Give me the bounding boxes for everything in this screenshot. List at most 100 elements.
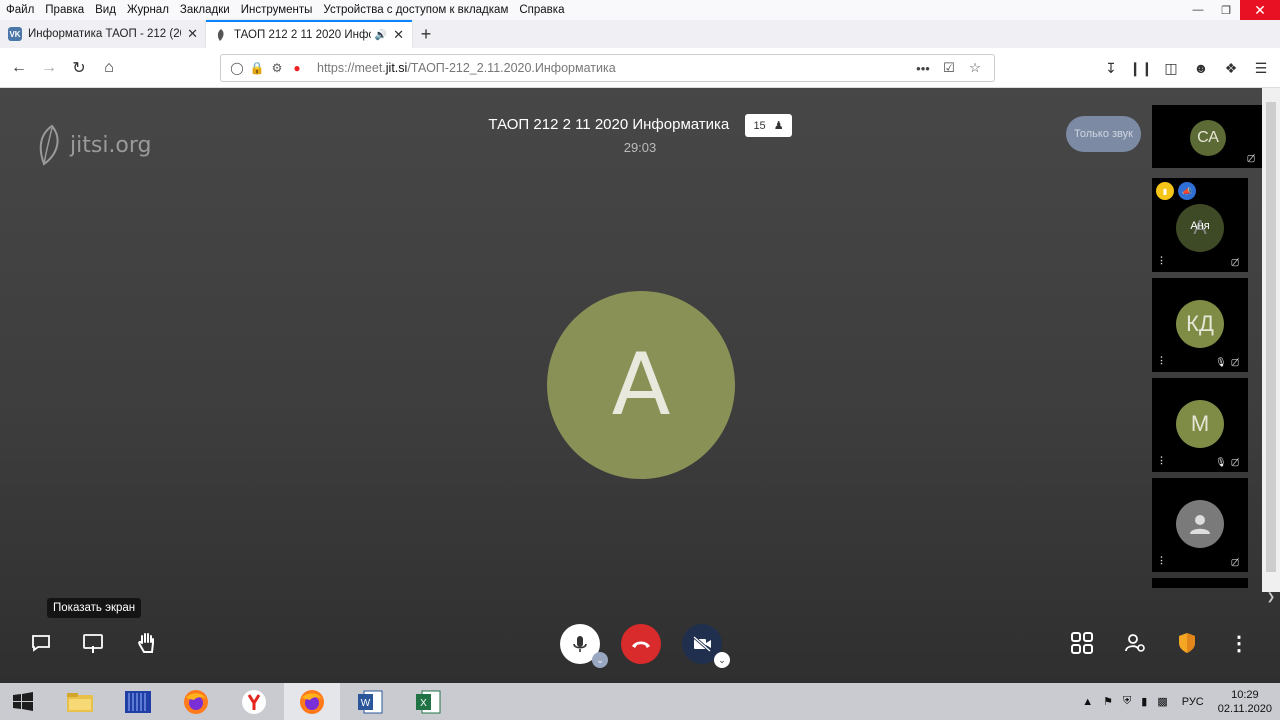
battery-icon[interactable]: ▮ xyxy=(1141,695,1147,708)
raise-hand-button[interactable] xyxy=(130,626,164,660)
menu-view[interactable]: Вид xyxy=(95,4,116,16)
participant-count: 15 xyxy=(753,119,766,132)
chat-icon xyxy=(32,635,50,652)
back-icon[interactable]: ← xyxy=(4,53,34,83)
permissions-icon[interactable]: ⚙ xyxy=(267,61,287,75)
clock[interactable]: 10:29 02.11.2020 xyxy=(1218,688,1272,716)
menu-synced-tabs[interactable]: Устройства с доступом к вкладкам xyxy=(323,4,508,16)
url-text[interactable]: https://meet.jit.si/ТАОП-212_2.11.2020.И… xyxy=(317,61,616,75)
filmstrip-tile[interactable]: ⋮ ▢̸ xyxy=(1152,478,1248,572)
more-options-icon[interactable]: ⋮ xyxy=(1157,555,1166,566)
menu-file[interactable]: Файл xyxy=(6,4,34,16)
security-options-button[interactable] xyxy=(1170,626,1204,660)
minimize-icon[interactable]: — xyxy=(1184,0,1212,20)
taskbar-firefox-2[interactable] xyxy=(284,683,340,720)
invite-button[interactable] xyxy=(1118,626,1152,660)
taskbar-explorer[interactable] xyxy=(52,683,108,720)
hangup-button[interactable] xyxy=(621,624,661,664)
new-tab-button[interactable]: + xyxy=(412,20,440,48)
lock-icon[interactable]: 🔒 xyxy=(247,61,267,75)
close-tab-icon[interactable]: ✕ xyxy=(187,26,198,42)
clock-date: 02.11.2020 xyxy=(1217,702,1272,715)
tab-bar: VK Информатика ТАОП - 212 (20 ✕ ТАОП 212… xyxy=(0,20,1280,48)
menu-help[interactable]: Справка xyxy=(519,4,564,16)
url-bar[interactable]: ◯ 🔒 ⚙ ● https://meet.jit.si/ТАОП-212_2.1… xyxy=(220,54,995,82)
close-tab-icon[interactable]: ✕ xyxy=(393,27,404,43)
download-icon[interactable]: ↧ xyxy=(1096,53,1126,83)
camera-off-icon: ▢̸ xyxy=(1230,556,1240,567)
filmstrip-tile[interactable] xyxy=(1152,578,1248,588)
more-options-icon[interactable]: ⋮ xyxy=(1157,255,1166,266)
scroll-right-icon[interactable]: ❯ xyxy=(1262,592,1280,606)
chevron-down-icon[interactable]: ⌄ xyxy=(714,652,730,668)
filmstrip-tile[interactable]: ▮ 📣 А Аня ⋮ ▢̸ xyxy=(1152,178,1248,272)
speaker-icon[interactable]: 🔊 xyxy=(375,30,387,41)
filmstrip-tile[interactable]: КД ⋮ 🎙 ▢̸ xyxy=(1152,278,1248,372)
more-actions-button[interactable]: ⋮ xyxy=(1222,626,1256,660)
audio-only-label: Только звук xyxy=(1066,116,1141,152)
menu-hamburger-icon[interactable]: ☰ xyxy=(1246,53,1276,83)
url-path: /ТАОП-212_2.11.2020.Информатика xyxy=(407,61,616,75)
system-tray: ▲ ⚑ ⛨ ▮ ▩ РУС 10:29 02.11.2020 xyxy=(1072,683,1272,720)
show-hidden-icons[interactable]: ▲ xyxy=(1082,696,1093,708)
tile-view-button[interactable] xyxy=(1065,626,1099,660)
menu-edit[interactable]: Правка xyxy=(45,4,84,16)
page-actions-icon[interactable]: ••• xyxy=(910,61,936,76)
taskbar-word[interactable]: W xyxy=(342,683,398,720)
start-button[interactable] xyxy=(0,683,46,720)
shield-tracking-icon[interactable]: ◯ xyxy=(227,61,247,75)
yandex-browser-icon xyxy=(242,689,266,714)
account-icon[interactable]: ☻ xyxy=(1186,53,1216,83)
camera-off-icon: ▢̸ xyxy=(1230,456,1240,467)
network-icon[interactable]: ▩ xyxy=(1157,695,1167,708)
microphone-icon xyxy=(573,636,587,652)
filmstrip-tile[interactable]: СА ▢̸ xyxy=(1152,105,1264,168)
home-icon[interactable]: ⌂ xyxy=(94,53,124,83)
more-options-icon[interactable]: ⋮ xyxy=(1157,455,1166,466)
sidebar-icon[interactable]: ◫ xyxy=(1156,53,1186,83)
bookmark-star-icon[interactable]: ☆ xyxy=(962,60,988,76)
avatar: КД xyxy=(1176,300,1224,348)
excel-icon: X xyxy=(416,690,441,713)
chat-button[interactable] xyxy=(24,626,58,660)
vk-icon: VK xyxy=(8,27,22,41)
action-center-flag-icon[interactable]: ⚑ xyxy=(1103,695,1113,708)
mic-off-icon: 🎙 xyxy=(1215,356,1227,367)
folder-icon xyxy=(67,692,93,712)
share-screen-button[interactable] xyxy=(76,626,110,660)
tab-vk[interactable]: VK Информатика ТАОП - 212 (20 ✕ xyxy=(0,20,206,48)
menu-history[interactable]: Журнал xyxy=(127,4,169,16)
pocket-icon[interactable]: ☑ xyxy=(936,60,962,76)
close-window-icon[interactable]: ✕ xyxy=(1240,0,1280,20)
tab-jitsi[interactable]: ТАОП 212 2 11 2020 Инфор 🔊 ✕ xyxy=(206,20,412,48)
language-indicator[interactable]: РУС xyxy=(1182,696,1204,708)
security-tray-icon[interactable]: ⛨ xyxy=(1123,695,1131,708)
library-icon[interactable]: ❙❙ xyxy=(1126,53,1156,83)
camera-button[interactable]: ⌄ xyxy=(682,624,730,668)
scrollbar-thumb[interactable] xyxy=(1266,102,1276,572)
hangup-icon xyxy=(632,641,650,648)
svg-text:X: X xyxy=(420,698,427,709)
taskbar-firefox-1[interactable] xyxy=(168,683,224,720)
avatar: СА xyxy=(1190,120,1226,156)
page-scrollbar[interactable] xyxy=(1262,88,1280,592)
filmstrip-tile[interactable]: М ⋮ 🎙 ▢̸ xyxy=(1152,378,1248,472)
microphone-button[interactable]: ⌄ xyxy=(560,624,608,668)
taskbar: W X ▲ ⚑ ⛨ ▮ ▩ РУС 10:29 02.11.2020 xyxy=(0,683,1280,720)
forward-icon[interactable]: → xyxy=(34,53,64,83)
reload-icon[interactable]: ↻ xyxy=(64,53,94,83)
taskbar-yandex[interactable] xyxy=(226,683,282,720)
menu-bookmarks[interactable]: Закладки xyxy=(180,4,230,16)
more-options-icon[interactable]: ⋮ xyxy=(1157,355,1166,366)
taskbar-app-blue[interactable] xyxy=(110,683,166,720)
menu-bar: Файл Правка Вид Журнал Закладки Инструме… xyxy=(0,0,1280,20)
microphone-permission-icon[interactable]: ● xyxy=(287,61,307,75)
taskbar-excel[interactable]: X xyxy=(400,683,456,720)
menu-tools[interactable]: Инструменты xyxy=(241,4,313,16)
extensions-icon[interactable]: ❖ xyxy=(1216,53,1246,83)
tooltip-share-screen: Показать экран xyxy=(47,598,142,618)
connection-indicator-icon[interactable]: ▮ xyxy=(1156,182,1174,200)
participant-count-badge[interactable]: 15 ♟ xyxy=(745,114,792,137)
chevron-down-icon[interactable]: ⌄ xyxy=(592,652,608,668)
restore-icon[interactable]: ❐ xyxy=(1212,0,1240,20)
